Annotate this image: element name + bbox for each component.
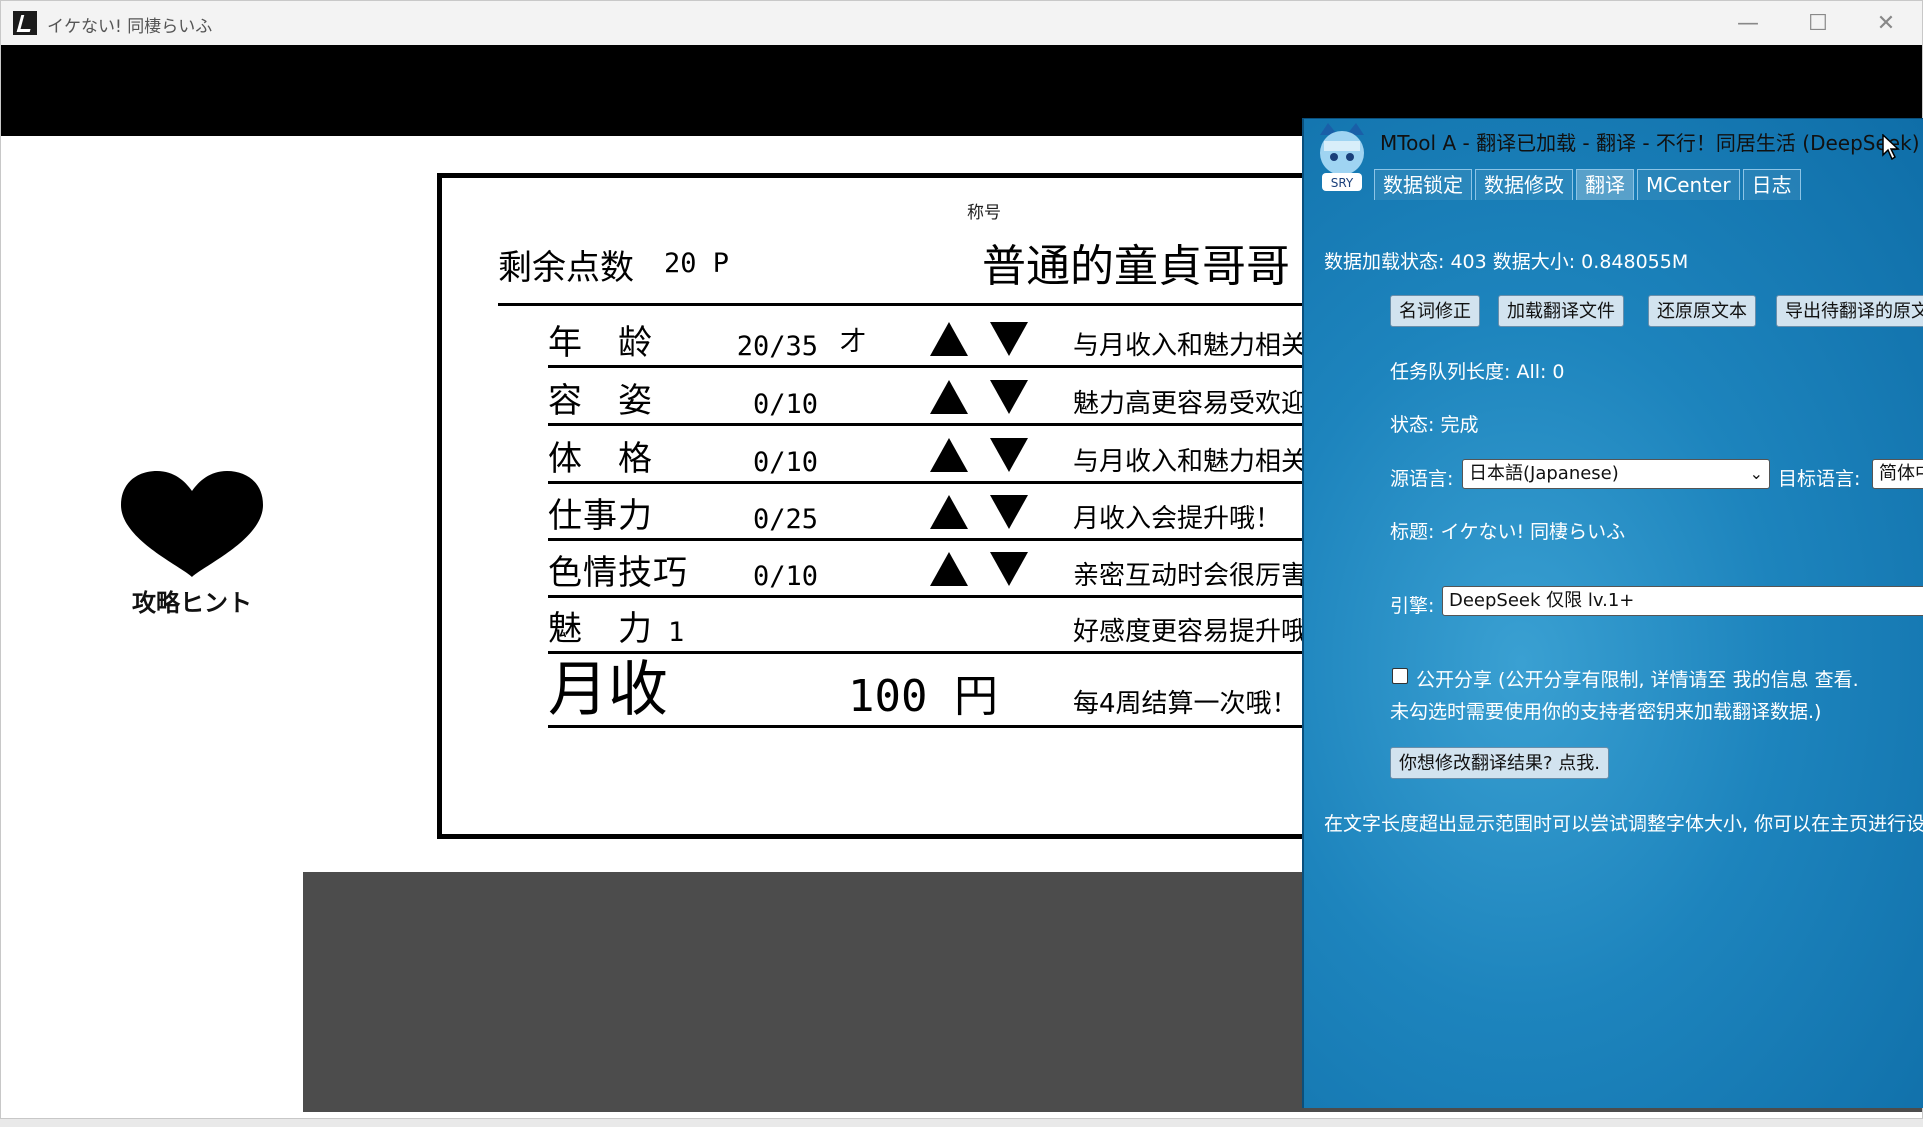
source-language-label: 源语言: — [1390, 468, 1454, 490]
load-translation-button[interactable]: 加载翻译文件 — [1498, 295, 1624, 327]
target-language-select[interactable]: 简体中文 — [1872, 459, 1923, 489]
stat-row-age: 年 龄 20/35 才 与月收入和魅力相关哦 — [548, 308, 1348, 368]
character-stats-panel: 称号 剩余点数 20 P 普通的童貞哥哥 年 龄 20/35 才 与月收入和魅力… — [437, 173, 1348, 839]
mascot-avatar-icon: SRY — [1320, 123, 1364, 191]
svg-text:SRY: SRY — [1331, 176, 1354, 190]
engine-label: 引擎: — [1390, 595, 1435, 617]
engine-value: DeepSeek 仅限 lv.1+ — [1449, 590, 1635, 611]
term-fix-button[interactable]: 名词修正 — [1390, 295, 1480, 327]
mtool-tabs: 数据锁定 数据修改 翻译 MCenter 日志 — [1374, 169, 1804, 201]
stat-value: 0/10 — [752, 561, 818, 592]
decrease-arrow-icon[interactable] — [988, 550, 1030, 588]
maximize-icon: ☐ — [1808, 10, 1828, 36]
income-value: 100 円 — [848, 671, 998, 722]
app-icon — [13, 11, 37, 35]
stat-value: 1 — [668, 617, 685, 648]
stat-row-charm: 魅 力 1 好感度更容易提升哦 — [548, 594, 1348, 654]
stat-row-technique: 色情技巧 0/10 亲密互动时会很厉害哦 — [548, 538, 1348, 598]
source-language-value: 日本語(Japanese) — [1469, 463, 1619, 484]
stat-value: 0/10 — [752, 447, 818, 478]
stat-value: 0/10 — [752, 389, 818, 420]
target-language-value: 简体中文 — [1879, 463, 1923, 484]
chevron-down-icon: ⌄ — [1749, 464, 1763, 483]
tab-data-modify[interactable]: 数据修改 — [1475, 169, 1573, 200]
stat-label: 仕事力 — [548, 496, 653, 536]
income-label: 月收 — [548, 655, 668, 725]
increase-arrow-icon[interactable] — [928, 493, 970, 531]
title-caption: 称号 — [967, 203, 1001, 223]
modify-translation-button[interactable]: 你想修改翻译结果? 点我. — [1390, 747, 1609, 779]
source-language-select[interactable]: 日本語(Japanese) ⌄ — [1462, 459, 1770, 489]
mtool-window: MTool A - 翻译已加载 - 翻译 - 不行！同居生活 (DeepSeek… — [1302, 118, 1923, 1108]
stat-row-looks: 容 姿 0/10 魅力高更容易受欢迎哦 — [548, 366, 1348, 426]
mtool-title: MTool A - 翻译已加载 - 翻译 - 不行！同居生活 (DeepSeek… — [1380, 131, 1920, 155]
decrease-arrow-icon[interactable] — [988, 493, 1030, 531]
load-status: 数据加载状态: 403 数据大小: 0.848055M — [1324, 251, 1689, 273]
window-title: イケない! 同棲らいふ — [47, 17, 213, 37]
stat-description: 与月收入和魅力相关哦 — [1073, 447, 1334, 477]
stat-label: 色情技巧 — [548, 553, 688, 593]
minimize-icon: — — [1737, 10, 1759, 36]
stat-description: 与月收入和魅力相关哦 — [1073, 331, 1334, 361]
stat-label: 容 姿 — [548, 381, 653, 421]
income-row: 月收 100 円 每4周结算一次哦！ — [548, 648, 1348, 728]
close-button[interactable]: ✕ — [1851, 1, 1921, 45]
stat-value: 20/35 — [736, 331, 818, 362]
stat-description: 亲密互动时会很厉害哦 — [1073, 561, 1334, 591]
remaining-points-label: 剩余点数 — [498, 248, 634, 288]
public-share-text: 公开分享 (公开分享有限制, 详情请至 我的信息 查看. — [1416, 669, 1859, 691]
decrease-arrow-icon[interactable] — [988, 378, 1030, 416]
target-language-label: 目标语言: — [1778, 468, 1861, 490]
divider — [498, 303, 1348, 306]
export-source-button[interactable]: 导出待翻译的原文 — [1776, 295, 1923, 327]
tab-mcenter[interactable]: MCenter — [1637, 169, 1740, 200]
stat-row-physique: 体 格 0/10 与月收入和魅力相关哦 — [548, 424, 1348, 484]
window-titlebar[interactable]: イケない! 同棲らいふ — ☐ ✕ — [1, 1, 1922, 45]
tab-translate[interactable]: 翻译 — [1576, 169, 1634, 200]
strategy-hint-button[interactable]: 攻略ヒント — [117, 469, 267, 618]
stat-unit: 才 — [840, 327, 867, 357]
public-share-checkbox[interactable] — [1392, 668, 1408, 684]
decrease-arrow-icon[interactable] — [988, 320, 1030, 358]
income-description: 每4周结算一次哦！ — [1073, 689, 1298, 719]
remaining-points-value: 20 P — [664, 248, 730, 279]
maximize-button[interactable]: ☐ — [1783, 1, 1853, 45]
hint-label: 攻略ヒント — [132, 589, 252, 617]
row-underline — [548, 725, 1348, 728]
tab-data-lock[interactable]: 数据锁定 — [1374, 169, 1472, 200]
increase-arrow-icon[interactable] — [928, 550, 970, 588]
stat-row-work: 仕事力 0/25 月收入会提升哦！ — [548, 481, 1348, 541]
restore-text-button[interactable]: 还原原文本 — [1648, 295, 1756, 327]
font-size-tip: 在文字长度超出显示范围时可以尝试调整字体大小, 你可以在主页进行设置 — [1324, 813, 1923, 835]
public-share-note: 未勾选时需要使用你的支持者密钥来加载翻译数据.) — [1390, 701, 1822, 723]
queue-length: 任务队列长度: All: 0 — [1390, 361, 1565, 383]
status-text: 状态: 完成 — [1390, 414, 1479, 436]
stat-description: 魅力高更容易受欢迎哦 — [1073, 389, 1334, 419]
minimize-button[interactable]: — — [1713, 1, 1783, 45]
increase-arrow-icon[interactable] — [928, 436, 970, 474]
mouse-cursor-icon — [1882, 134, 1900, 160]
tab-log[interactable]: 日志 — [1742, 169, 1801, 200]
stat-label: 体 格 — [548, 439, 653, 479]
engine-select[interactable]: DeepSeek 仅限 lv.1+ — [1442, 586, 1923, 616]
mtool-titlebar[interactable]: MTool A - 翻译已加载 - 翻译 - 不行！同居生活 (DeepSeek… — [1304, 119, 1923, 167]
stat-description: 月收入会提升哦！ — [1073, 504, 1282, 534]
character-title: 普通的童貞哥哥 — [982, 241, 1290, 292]
stat-description: 好感度更容易提升哦 — [1073, 617, 1308, 647]
heart-icon — [121, 471, 263, 577]
increase-arrow-icon[interactable] — [928, 320, 970, 358]
game-title-line: 标题: イケない! 同棲らいふ — [1390, 521, 1626, 543]
stat-value: 0/25 — [752, 504, 818, 535]
stat-label: 年 龄 — [548, 323, 653, 363]
decrease-arrow-icon[interactable] — [988, 436, 1030, 474]
increase-arrow-icon[interactable] — [928, 378, 970, 416]
close-icon: ✕ — [1876, 10, 1896, 36]
